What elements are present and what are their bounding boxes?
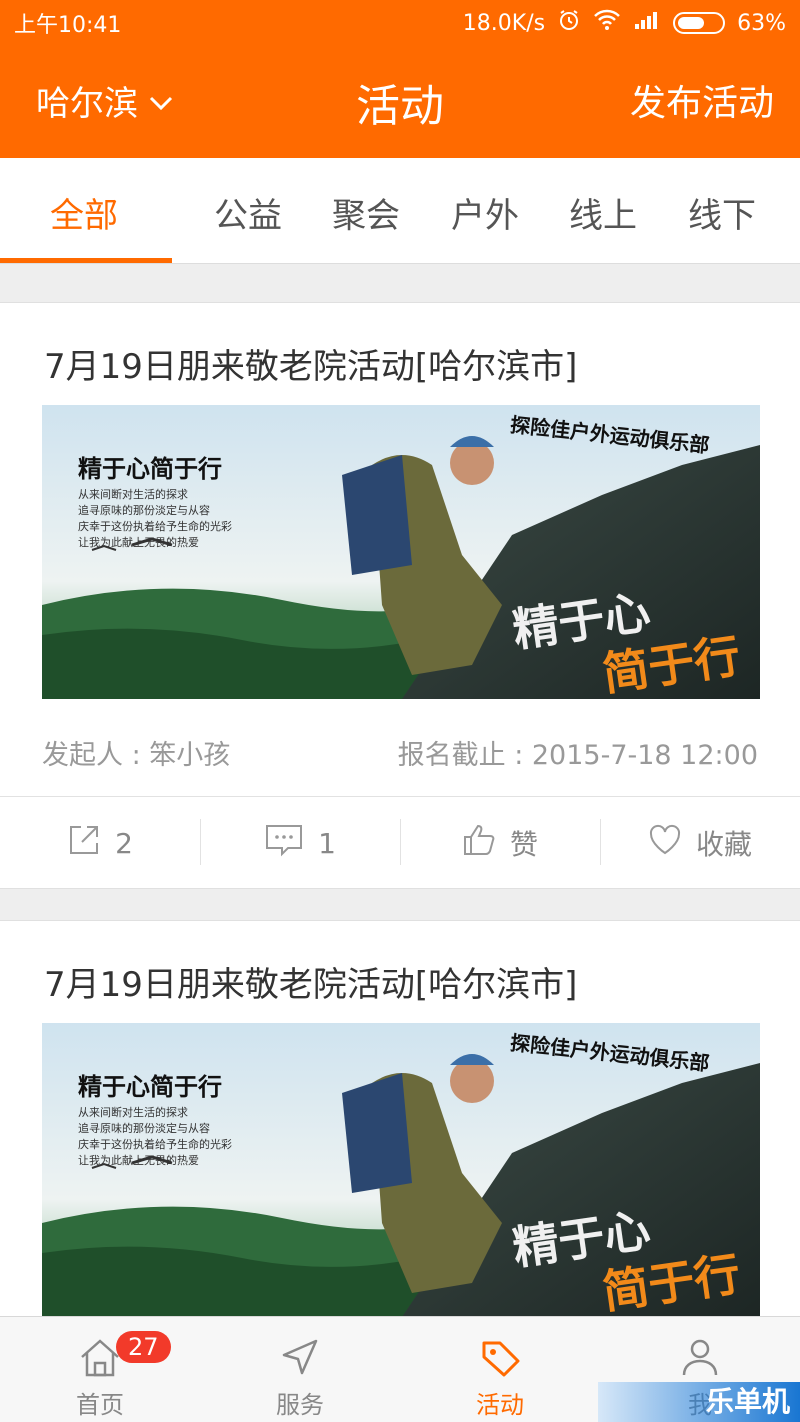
- battery-percent: 63%: [737, 10, 786, 36]
- comment-button[interactable]: 1: [200, 797, 400, 889]
- banner-line: 追寻原味的那份淡定与从容: [78, 1122, 210, 1135]
- tab-party[interactable]: 聚会: [332, 188, 400, 237]
- watermark: 乐单机: [598, 1382, 800, 1422]
- activity-banner-image[interactable]: 精于心简于行 从来间断对生活的探求 追寻原味的那份淡定与从容 庆幸于这份执着给予…: [42, 405, 760, 699]
- heart-icon: [648, 824, 682, 863]
- tabbar-service-label: 服务: [276, 1391, 324, 1419]
- tag-icon: [478, 1337, 522, 1383]
- banner-text: 从来间断对生活的探求 追寻原味的那份淡定与从容 庆幸于这份执着给予生命的光彩 让…: [78, 487, 232, 551]
- banner-line: 从来间断对生活的探求: [78, 1106, 188, 1119]
- comment-count: 1: [318, 826, 336, 860]
- publish-activity-button[interactable]: 发布活动: [630, 74, 774, 126]
- user-icon: [678, 1337, 722, 1383]
- alarm-icon: [557, 8, 581, 38]
- like-button[interactable]: 赞: [400, 797, 600, 889]
- category-tabs: 全部 公益 聚会 户外 线上 线下: [0, 158, 800, 264]
- share-button[interactable]: 2: [0, 797, 200, 889]
- activity-actions: 2 1 赞 收藏: [0, 797, 800, 889]
- share-count: 2: [115, 826, 133, 860]
- banner-line: 庆幸于这份执着给予生命的光彩: [78, 1138, 232, 1151]
- signal-icon: [633, 9, 661, 37]
- banner-line: 追寻原味的那份淡定与从容: [78, 504, 210, 517]
- signup-deadline: 报名截止 : 2015-7-18 12:00: [397, 740, 758, 771]
- activity-banner-image[interactable]: 精于心简于行 从来间断对生活的探求 追寻原味的那份淡定与从容 庆幸于这份执着给予…: [42, 1023, 760, 1317]
- wifi-icon: [593, 9, 621, 37]
- activity-title: 7月19日朋来敬老院活动[哈尔滨市]: [44, 965, 578, 1005]
- activity-meta: 发起人 : 笨小孩 报名截止 : 2015-7-18 12:00: [42, 733, 758, 772]
- battery-icon: [673, 12, 726, 34]
- like-label: 赞: [509, 828, 538, 861]
- tabbar-service[interactable]: 服务: [200, 1317, 400, 1422]
- tab-indicator: [0, 258, 172, 263]
- notification-badge: 27: [116, 1331, 171, 1363]
- organizer: 发起人 : 笨小孩: [42, 740, 231, 771]
- status-indicators: 18.0K/s 63%: [463, 8, 786, 38]
- banner-slogan: 精于心简于行: [78, 455, 222, 483]
- banner-line: 从来间断对生活的探求: [78, 488, 188, 501]
- share-icon: [67, 823, 101, 864]
- tabbar-home[interactable]: 首页 27: [0, 1317, 200, 1422]
- app-header: 哈尔滨 活动 发布活动: [0, 46, 800, 158]
- tabbar-activity-label: 活动: [476, 1391, 524, 1419]
- navigation-arrow-icon: [278, 1337, 322, 1383]
- tabbar-home-label: 首页: [76, 1391, 124, 1419]
- favorite-button[interactable]: 收藏: [600, 797, 800, 889]
- activity-card[interactable]: 7月19日朋来敬老院活动[哈尔滨市] 精于心简于行 从来间断对生活的探求 追寻原…: [0, 920, 800, 1340]
- tabbar-activity[interactable]: 活动: [400, 1317, 600, 1422]
- banner-line: 让我为此献上无畏的热爱: [78, 1154, 199, 1167]
- status-bar: 上午10:41 18.0K/s 63%: [0, 0, 800, 46]
- tab-charity[interactable]: 公益: [214, 188, 282, 237]
- comment-icon: [264, 823, 304, 864]
- tab-all[interactable]: 全部: [50, 188, 118, 237]
- banner-slogan: 精于心简于行: [78, 1073, 222, 1101]
- tab-offline[interactable]: 线下: [688, 188, 756, 237]
- favorite-label: 收藏: [695, 828, 752, 861]
- banner-text: 从来间断对生活的探求 追寻原味的那份淡定与从容 庆幸于这份执着给予生命的光彩 让…: [78, 1105, 232, 1169]
- tab-online[interactable]: 线上: [569, 188, 637, 237]
- network-speed: 18.0K/s: [462, 10, 546, 36]
- activity-title: 7月19日朋来敬老院活动[哈尔滨市]: [44, 347, 578, 387]
- status-time: 上午10:41: [14, 13, 122, 38]
- banner-line: 庆幸于这份执着给予生命的光彩: [78, 520, 232, 533]
- thumbs-up-icon: [462, 823, 496, 864]
- tab-outdoor[interactable]: 户外: [451, 188, 519, 237]
- banner-line: 让我为此献上无畏的热爱: [78, 536, 199, 549]
- activity-card[interactable]: 7月19日朋来敬老院活动[哈尔滨市] 精于心简于行 从来间断对生活的探求 追寻原…: [0, 302, 800, 889]
